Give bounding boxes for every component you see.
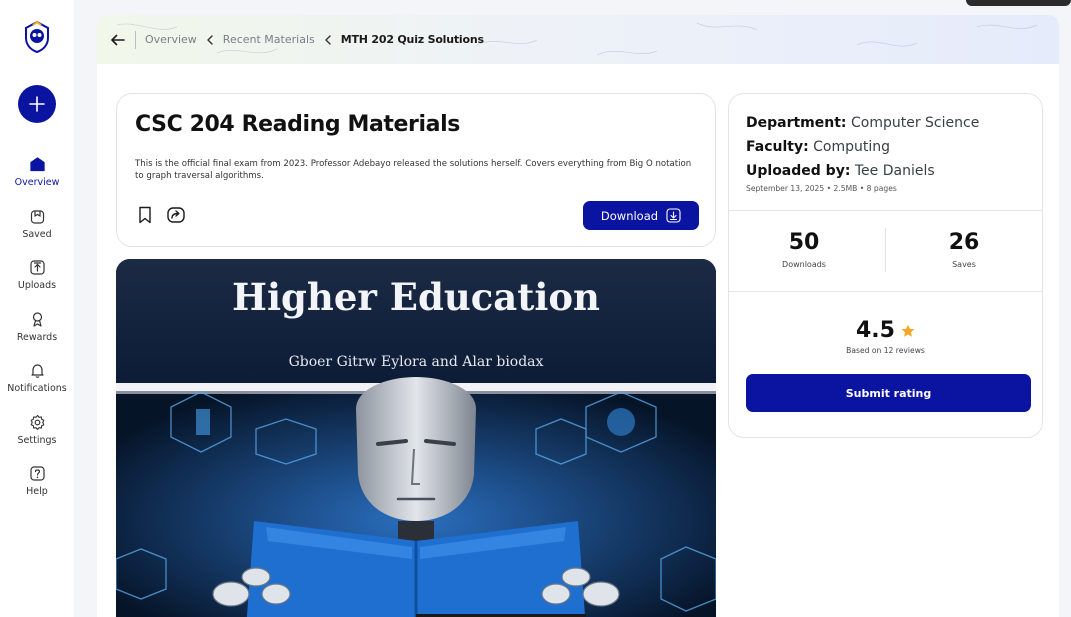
rating-value-row: 4.5 bbox=[856, 318, 915, 343]
divider bbox=[729, 210, 1042, 211]
downloads-count: 50 bbox=[788, 230, 820, 255]
sidebar-item-overview[interactable]: Overview bbox=[0, 152, 74, 204]
main-panel: Overview Recent Materials MTH 202 Quiz S… bbox=[97, 15, 1059, 617]
downloads-label: Downloads bbox=[782, 260, 826, 269]
document-meta: September 13, 2025 • 2.5MB • 8 pages bbox=[746, 184, 897, 193]
document-info-card: Department: Computer Science Faculty: Co… bbox=[728, 93, 1043, 438]
trophy-icon bbox=[32, 311, 42, 327]
add-material-button[interactable] bbox=[18, 85, 56, 123]
breadcrumb-recent-materials[interactable]: Recent Materials bbox=[223, 33, 315, 46]
saves-label: Saves bbox=[952, 260, 976, 269]
bell-icon bbox=[30, 364, 44, 378]
sidebar-item-label: Rewards bbox=[16, 331, 58, 343]
page-title: CSC 204 Reading Materials bbox=[135, 112, 460, 137]
sidebar-item-label: Notifications bbox=[7, 383, 67, 394]
plus-icon bbox=[29, 96, 45, 112]
breadcrumb-separator bbox=[135, 30, 136, 49]
chevron-left-icon bbox=[207, 34, 213, 45]
sidebar-nav: Overview Saved Uploads Rewards Notificat… bbox=[0, 152, 74, 513]
department-value: Computer Science bbox=[850, 115, 980, 131]
divider bbox=[729, 291, 1042, 292]
rating-value: 4.5 bbox=[856, 318, 895, 343]
faculty-value: Computing bbox=[813, 139, 891, 155]
downloads-stat: 50 Downloads bbox=[729, 230, 879, 269]
breadcrumb: Overview Recent Materials MTH 202 Quiz S… bbox=[97, 15, 1059, 64]
stats-divider bbox=[885, 228, 886, 272]
home-icon bbox=[29, 157, 45, 172]
document-preview[interactable]: Higher Education Gboer Gitrw Eylora and … bbox=[116, 259, 716, 617]
gear-icon bbox=[30, 414, 44, 430]
sidebar-item-label: Help bbox=[26, 486, 48, 497]
preview-cover-title: Higher Education bbox=[232, 275, 600, 319]
sidebar: Overview Saved Uploads Rewards Notificat… bbox=[0, 0, 74, 617]
star-icon bbox=[901, 324, 915, 337]
faculty-label: Faculty: bbox=[746, 139, 809, 155]
document-details: Department: Computer Science Faculty: Co… bbox=[746, 111, 979, 193]
sidebar-item-help[interactable]: Help bbox=[0, 461, 74, 513]
document-header-card: CSC 204 Reading Materials This is the of… bbox=[116, 93, 716, 247]
chevron-left-icon bbox=[325, 34, 331, 45]
download-button-label: Download bbox=[600, 208, 659, 223]
sidebar-item-notifications[interactable]: Notifications bbox=[0, 358, 74, 410]
uploader-value[interactable]: Tee Daniels bbox=[855, 163, 935, 179]
uploader-row: Uploaded by: Tee Daniels bbox=[746, 159, 979, 183]
faculty-row: Faculty: Computing bbox=[746, 135, 979, 159]
sidebar-item-label: Uploads bbox=[17, 280, 57, 291]
app-logo[interactable] bbox=[22, 20, 52, 54]
uploader-label: Uploaded by: bbox=[746, 163, 851, 179]
saves-count: 26 bbox=[948, 230, 980, 255]
share-icon[interactable] bbox=[166, 205, 186, 225]
sidebar-item-label: Settings bbox=[17, 434, 57, 446]
preview-cover-authors: Gboer Gitrw Eylora and Alar biodax bbox=[288, 354, 544, 370]
sidebar-item-label: Saved bbox=[22, 228, 52, 240]
breadcrumb-overview[interactable]: Overview bbox=[145, 33, 197, 46]
upload-icon bbox=[29, 260, 45, 275]
sidebar-item-uploads[interactable]: Uploads bbox=[0, 255, 74, 307]
saved-icon bbox=[30, 209, 44, 224]
document-description: This is the official final exam from 202… bbox=[135, 159, 692, 181]
sidebar-item-rewards[interactable]: Rewards bbox=[0, 307, 74, 359]
sidebar-item-settings[interactable]: Settings bbox=[0, 410, 74, 462]
help-icon bbox=[29, 466, 45, 481]
sidebar-item-label: Overview bbox=[14, 177, 60, 188]
bookmark-icon[interactable] bbox=[135, 205, 155, 225]
top-right-tab bbox=[966, 0, 1071, 6]
saves-stat: 26 Saves bbox=[889, 230, 1039, 269]
back-arrow-icon[interactable] bbox=[109, 31, 127, 49]
download-icon bbox=[666, 208, 681, 223]
breadcrumb-current: MTH 202 Quiz Solutions bbox=[340, 33, 484, 46]
department-label: Department: bbox=[746, 115, 847, 131]
rating-reviews-count: Based on 12 reviews bbox=[846, 346, 925, 355]
sidebar-item-saved[interactable]: Saved bbox=[0, 204, 74, 256]
submit-rating-button[interactable]: Submit rating bbox=[746, 374, 1031, 412]
rating-summary: 4.5 Based on 12 reviews bbox=[729, 318, 1042, 355]
department-row: Department: Computer Science bbox=[746, 111, 979, 135]
download-button[interactable]: Download bbox=[583, 201, 699, 230]
